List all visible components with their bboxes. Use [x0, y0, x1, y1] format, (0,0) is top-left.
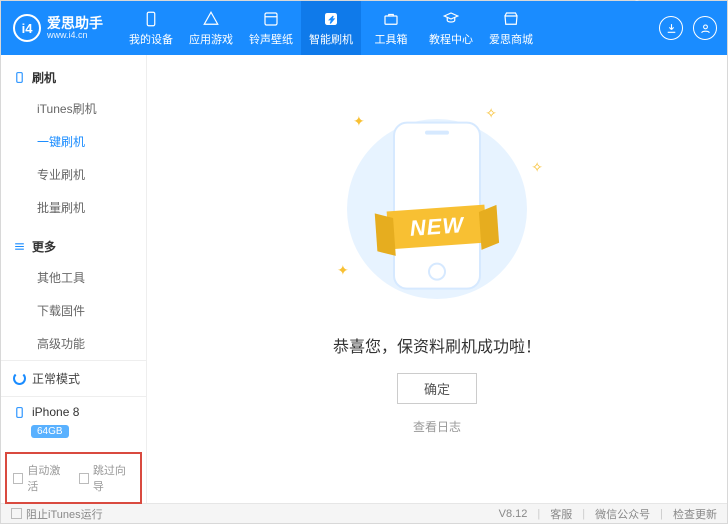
header-right: [659, 16, 717, 40]
nav-label: 工具箱: [375, 31, 408, 47]
device-mode[interactable]: 正常模式: [1, 361, 146, 397]
view-log-link[interactable]: 查看日志: [413, 418, 461, 435]
app-body: 刷机 iTunes刷机 一键刷机 专业刷机 批量刷机 更多 其他工具 下载固件 …: [1, 55, 727, 503]
nav-label: 铃声壁纸: [249, 31, 293, 47]
nav-label: 爱思商城: [489, 31, 533, 47]
checkbox-label: 跳过向导: [93, 462, 134, 494]
checkbox-auto-activate[interactable]: 自动激活: [13, 462, 69, 494]
nav-label: 应用游戏: [189, 31, 233, 47]
nav-tutorials[interactable]: 教程中心: [421, 1, 481, 55]
nav-label: 教程中心: [429, 31, 473, 47]
device-mode-label: 正常模式: [32, 370, 80, 387]
app-header: i4 爱思助手 www.i4.cn 我的设备 应用游戏 铃声壁纸 智能刷机 工具…: [1, 1, 727, 55]
nav-my-device[interactable]: 我的设备: [121, 1, 181, 55]
logo-badge: i4: [13, 14, 41, 42]
device-name: iPhone 8: [32, 405, 79, 419]
nav-ringtones-wallpapers[interactable]: 铃声壁纸: [241, 1, 301, 55]
nav-apps-games[interactable]: 应用游戏: [181, 1, 241, 55]
phone-icon: [13, 406, 26, 419]
brand-name-en: www.i4.cn: [47, 30, 103, 41]
nav-label: 我的设备: [129, 31, 173, 47]
sidebar-head-flash[interactable]: 刷机: [1, 63, 146, 92]
user-icon[interactable]: [693, 16, 717, 40]
sidebar-item-oneclick-flash[interactable]: 一键刷机: [1, 125, 146, 158]
sidebar-options-highlighted: 自动激活 跳过向导: [5, 452, 142, 504]
sidebar-head-more[interactable]: 更多: [1, 232, 146, 261]
success-illustration: ✦✧✦✧ NEW: [307, 99, 567, 319]
sidebar-head-label: 更多: [32, 238, 56, 255]
nav-toolbox[interactable]: 工具箱: [361, 1, 421, 55]
support-link[interactable]: 客服: [550, 506, 572, 522]
device-row[interactable]: iPhone 8: [1, 397, 146, 423]
logo-text: 爱思助手 www.i4.cn: [47, 16, 103, 41]
sidebar-section-flash: 刷机 iTunes刷机 一键刷机 专业刷机 批量刷机: [1, 55, 146, 224]
sidebar-item-advanced[interactable]: 高级功能: [1, 327, 146, 360]
new-ribbon: NEW: [387, 204, 488, 249]
brand-name-zh: 爱思助手: [47, 16, 103, 30]
checkbox-skip-guide[interactable]: 跳过向导: [79, 462, 135, 494]
sidebar-item-download-firmware[interactable]: 下载固件: [1, 294, 146, 327]
checkbox-block-itunes[interactable]: 阻止iTunes运行: [11, 506, 103, 522]
top-nav: 我的设备 应用游戏 铃声壁纸 智能刷机 工具箱 教程中心 爱思商城: [121, 1, 659, 55]
sidebar-head-label: 刷机: [32, 69, 56, 86]
checkbox-icon: [11, 508, 22, 519]
sidebar-bottom: 正常模式 iPhone 8 64GB 自动激活 跳过向导: [1, 360, 146, 510]
check-update-link[interactable]: 检查更新: [673, 506, 717, 522]
nav-label: 智能刷机: [309, 31, 353, 47]
sidebar-section-more: 更多 其他工具 下载固件 高级功能: [1, 224, 146, 360]
confirm-button[interactable]: 确定: [397, 373, 477, 404]
nav-smart-flash[interactable]: 智能刷机: [301, 1, 361, 55]
checkbox-label: 阻止iTunes运行: [26, 506, 103, 522]
nav-store[interactable]: 爱思商城: [481, 1, 541, 55]
success-message: 恭喜您，保资料刷机成功啦！: [333, 333, 541, 357]
checkbox-icon: [79, 473, 89, 484]
sidebar-item-pro-flash[interactable]: 专业刷机: [1, 158, 146, 191]
spinner-icon: [13, 372, 26, 385]
capacity-badge: 64GB: [31, 425, 69, 438]
checkbox-icon: [13, 473, 23, 484]
main-content: ✦✧✦✧ NEW 恭喜您，保资料刷机成功啦！ 确定 查看日志: [147, 55, 727, 503]
checkbox-label: 自动激活: [27, 462, 68, 494]
wechat-link[interactable]: 微信公众号: [595, 506, 650, 522]
sidebar: 刷机 iTunes刷机 一键刷机 专业刷机 批量刷机 更多 其他工具 下载固件 …: [1, 55, 147, 503]
brand-logo[interactable]: i4 爱思助手 www.i4.cn: [13, 14, 103, 42]
sidebar-item-other-tools[interactable]: 其他工具: [1, 261, 146, 294]
footer-right: V8.12 | 客服 | 微信公众号 | 检查更新: [499, 506, 717, 522]
sidebar-item-itunes-flash[interactable]: iTunes刷机: [1, 92, 146, 125]
menu-icon: [13, 240, 26, 253]
download-icon[interactable]: [659, 16, 683, 40]
phone-icon: [13, 71, 26, 84]
sidebar-item-batch-flash[interactable]: 批量刷机: [1, 191, 146, 224]
version-label: V8.12: [499, 508, 528, 520]
